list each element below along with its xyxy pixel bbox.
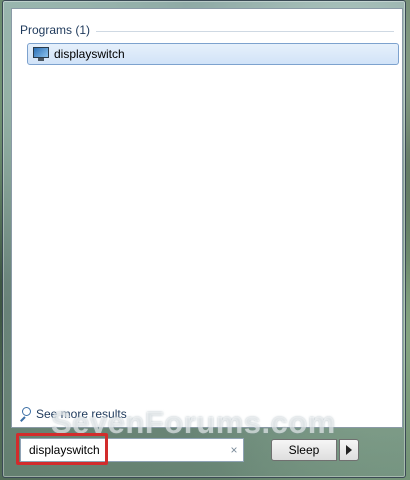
see-more-results-link[interactable]: See more results bbox=[18, 405, 127, 423]
right-arrow-icon bbox=[346, 445, 352, 455]
search-icon bbox=[18, 407, 32, 422]
result-item-label: displayswitch bbox=[54, 47, 125, 61]
shutdown-options-button[interactable] bbox=[339, 439, 359, 461]
power-button-group: Sleep bbox=[271, 439, 360, 461]
programs-group-header[interactable]: Programs (1) bbox=[20, 23, 394, 39]
see-more-results-label: See more results bbox=[36, 407, 127, 421]
sleep-button[interactable]: Sleep bbox=[271, 439, 337, 461]
group-header-label: Programs (1) bbox=[20, 23, 97, 37]
search-results-pane: Programs (1) displayswitch See more resu… bbox=[11, 8, 403, 428]
result-item-displayswitch[interactable]: displayswitch bbox=[27, 43, 399, 65]
search-input-value: displayswitch bbox=[29, 443, 100, 457]
monitor-icon bbox=[33, 47, 49, 61]
clear-search-icon[interactable]: × bbox=[225, 443, 243, 457]
search-input[interactable]: displayswitch × bbox=[20, 438, 244, 462]
start-menu: Programs (1) displayswitch See more resu… bbox=[2, 0, 406, 478]
